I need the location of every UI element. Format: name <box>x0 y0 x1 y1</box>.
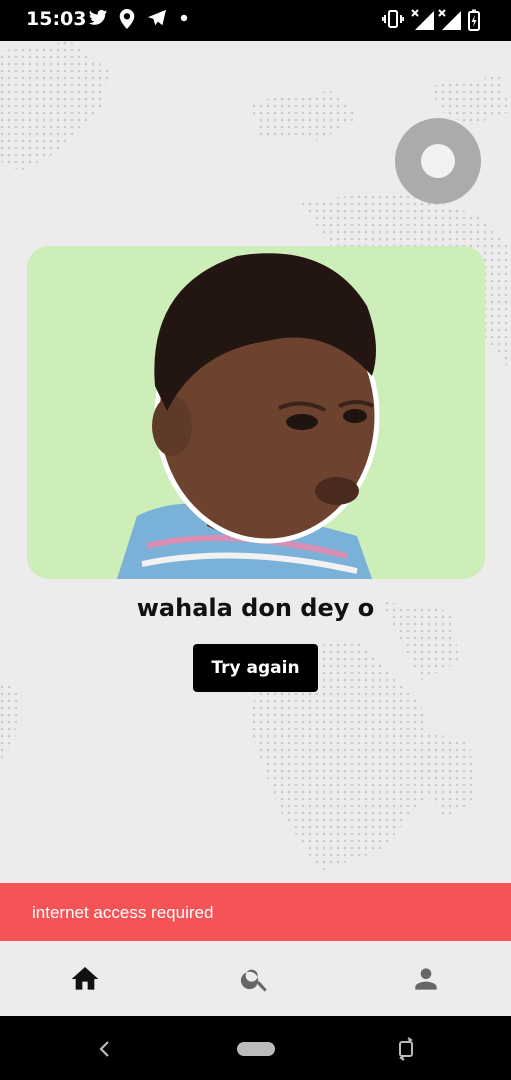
status-bar: 15:03 <box>0 0 511 41</box>
home-icon <box>71 967 99 990</box>
battery-icon <box>468 9 480 31</box>
person-icon <box>415 968 437 990</box>
telegram-icon <box>148 9 166 26</box>
bottom-navigation <box>0 941 511 1016</box>
snackbar: internet access required <box>0 883 511 941</box>
snackbar-message: internet access required <box>32 903 214 922</box>
home-pill-icon[interactable] <box>237 1042 275 1056</box>
dot-icon <box>180 14 188 22</box>
nav-profile[interactable] <box>410 963 442 995</box>
nav-search[interactable] <box>239 963 271 995</box>
error-title: wahala don dey o <box>136 594 375 622</box>
nav-home[interactable] <box>69 963 101 995</box>
twitter-icon <box>88 9 108 25</box>
status-time: 15:03 <box>26 8 87 30</box>
child-meme-image <box>27 246 485 579</box>
vibrate-icon <box>382 10 404 28</box>
signal-x-icon <box>438 9 461 30</box>
signal-x-icon <box>411 9 434 30</box>
system-navigation-bar <box>0 1016 511 1080</box>
main-content: wahala don dey o Try again <box>0 41 511 883</box>
location-icon <box>119 9 135 29</box>
rotate-icon[interactable] <box>396 1037 416 1061</box>
try-again-button[interactable]: Try again <box>193 644 318 692</box>
loading-circle-icon <box>395 118 481 204</box>
back-icon[interactable] <box>98 1040 112 1058</box>
search-icon <box>240 969 267 992</box>
